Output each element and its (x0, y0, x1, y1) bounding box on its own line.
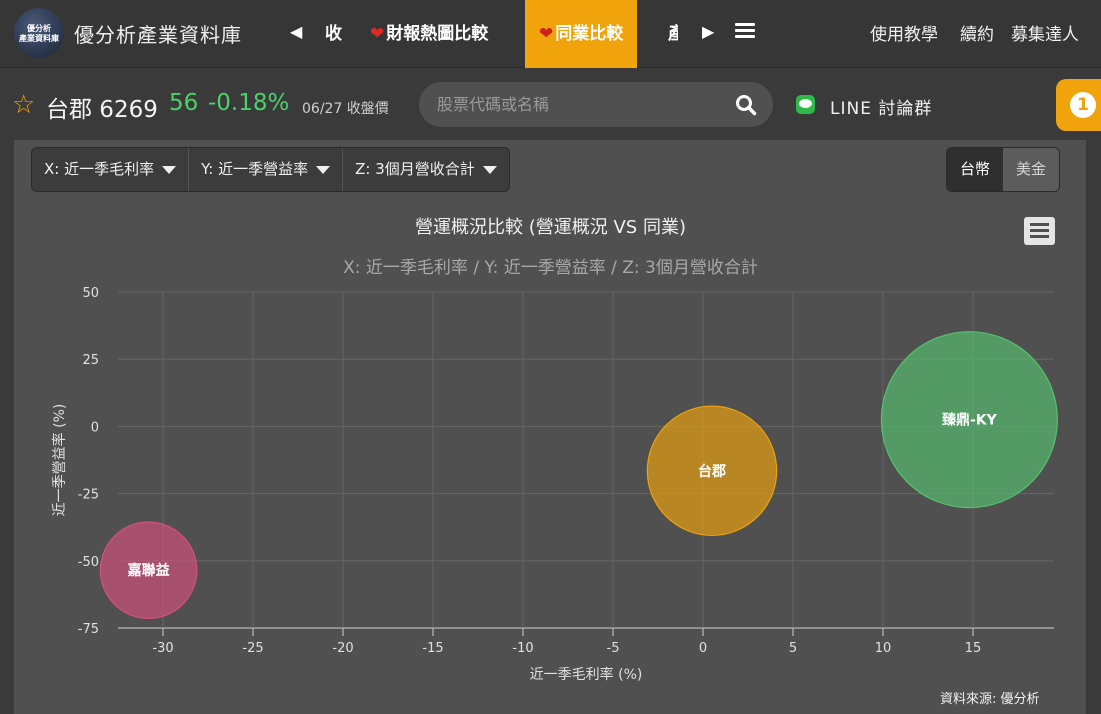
bubble-chart: 50250-25-50-75-30 -25 -20 -15 -10 -5 0 5 10 15近一季… (51, 286, 1059, 683)
x-tick-label: 0 (699, 641, 707, 656)
bubble-label: 嘉聯益 (127, 562, 170, 579)
x-tick-label: -5 (607, 641, 620, 656)
data-source-label: 資料來源: 優分析 (940, 692, 1040, 707)
x-tick-label: 10 (875, 641, 892, 656)
x-tick-label: -20 (332, 641, 353, 656)
x-tick-label: -25 (242, 641, 263, 656)
x-axis-label: 近一季毛利率 (%) (530, 666, 643, 683)
x-tick-label: -30 (152, 641, 173, 656)
bubble-label: 臻鼎-KY (942, 412, 998, 429)
x-tick-label: -10 (512, 641, 533, 656)
x-tick-label: 15 (965, 641, 982, 656)
x-tick-label: -15 (422, 641, 443, 656)
y-tick-label: 0 (91, 420, 99, 435)
bubble-label: 台郡 (698, 463, 726, 480)
y-tick-label: 50 (82, 286, 99, 301)
y-tick-label: -75 (78, 622, 99, 637)
y-tick-label: -50 (78, 555, 99, 570)
x-tick-label: 5 (789, 641, 797, 656)
y-axis-label: 近一季營益率 (%) (51, 404, 68, 517)
y-tick-label: -25 (78, 488, 99, 503)
y-tick-label: 25 (82, 353, 99, 368)
